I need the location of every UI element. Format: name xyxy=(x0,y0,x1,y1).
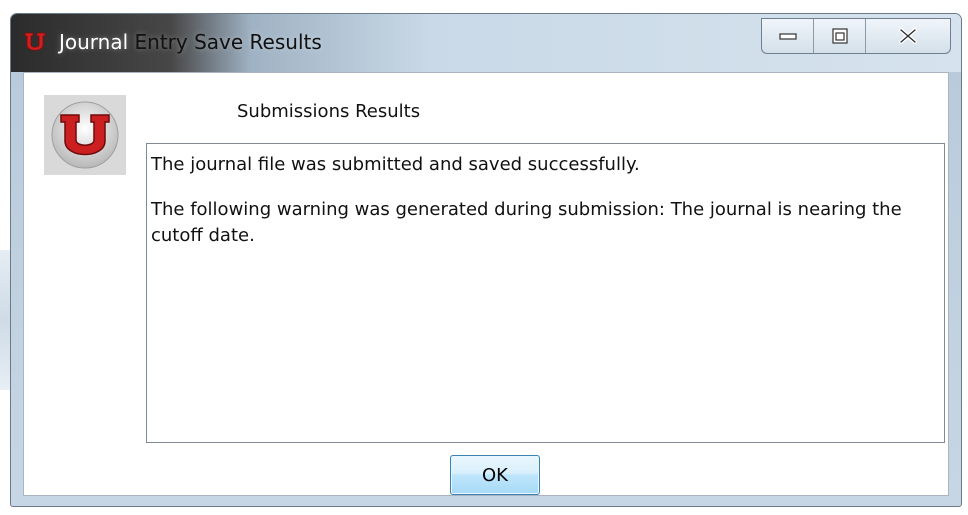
window-controls xyxy=(761,18,951,54)
university-u-logo-icon xyxy=(51,101,119,169)
dialog-content: Submissions Results The journal file was… xyxy=(23,72,949,496)
close-icon xyxy=(899,28,917,44)
maximize-button[interactable] xyxy=(814,19,866,53)
title-bar[interactable]: Journal Entry Save Results xyxy=(11,14,961,72)
window-title-part1: Journal xyxy=(59,30,129,54)
success-message: The journal file was submitted and saved… xyxy=(151,154,640,175)
minimize-icon xyxy=(778,33,797,40)
minimize-button[interactable] xyxy=(762,19,814,53)
maximize-icon xyxy=(831,28,848,44)
results-message-box[interactable]: The journal file was submitted and saved… xyxy=(146,143,945,443)
logo-panel xyxy=(44,95,126,175)
window-title-part2: Entry Save Results xyxy=(134,30,322,54)
window-title: Journal Entry Save Results xyxy=(59,30,322,54)
ok-button[interactable]: OK xyxy=(450,455,540,495)
results-heading: Submissions Results xyxy=(237,101,421,122)
screen: Journal Entry Save Results Submissions R… xyxy=(0,0,968,515)
dialog-window: Journal Entry Save Results Submissions R… xyxy=(10,13,962,507)
warning-message: The following warning was generated duri… xyxy=(151,199,902,246)
app-logo-icon xyxy=(24,32,46,51)
close-button[interactable] xyxy=(866,19,950,53)
